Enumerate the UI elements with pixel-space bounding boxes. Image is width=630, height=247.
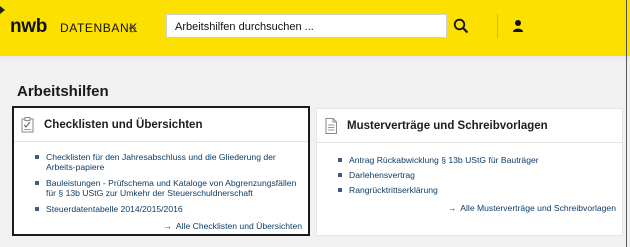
more-label[interactable]: Alle Musterverträge und Schreibvorlagen [460,203,616,213]
link[interactable]: Checklisten für den Jahresabschluss und … [46,152,276,172]
link[interactable]: Steuerdatentabelle 2014/2015/2016 [46,204,183,214]
logo-datenbank[interactable]: DATENBANK [60,21,138,35]
arrow-right-icon: → [447,203,457,213]
template-links: Antrag Rückabwicklung § 13b UStG für Bau… [337,155,614,200]
link[interactable]: Antrag Rückabwicklung § 13b UStG für Bau… [349,155,539,165]
card-cutoff [12,236,310,247]
list-item[interactable]: Rangrücktrittserklärung [337,185,614,195]
link[interactable]: Darlehensvertrag [349,170,415,180]
all-checklists-link[interactable]: → Alle Checklisten und Übersichten [163,221,302,231]
page-title: Arbeitshilfen [17,83,109,100]
top-header: nwb DATENBANK [0,0,630,56]
checklist-icon [21,117,34,133]
search-icon [453,18,469,34]
document-icon [325,118,337,134]
link[interactable]: Bauleistungen - Prüfschema und Kataloge … [46,178,296,198]
checklist-links: Checklisten für den Jahresabschluss und … [34,152,300,220]
card-title: Musterverträge und Schreibvorlagen [347,120,548,132]
list-item[interactable]: Bauleistungen - Prüfschema und Kataloge … [34,178,300,198]
right-edge-line [626,0,627,247]
card-header: Musterverträge und Schreibvorlagen [317,109,622,143]
all-templates-link[interactable]: → Alle Musterverträge und Schreibvorlagen [448,203,616,213]
link[interactable]: Rangrücktrittserklärung [349,185,438,195]
user-icon[interactable] [512,19,524,33]
more-label[interactable]: Alle Checklisten und Übersichten [176,221,302,231]
checklists-card: Checklisten und Übersichten Checklisten … [12,106,310,236]
templates-card: Musterverträge und Schreibvorlagen Antra… [316,108,623,236]
header-shadow [0,56,630,62]
list-item[interactable]: Darlehensvertrag [337,170,614,180]
list-item[interactable]: Antrag Rückabwicklung § 13b UStG für Bau… [337,155,614,165]
search-input[interactable] [175,19,440,35]
list-item[interactable]: Steuerdatentabelle 2014/2015/2016 [34,204,300,214]
card-title: Checklisten und Übersichten [44,119,203,131]
logo-nwb[interactable]: nwb [10,16,47,38]
corner-marker [0,6,5,14]
header-divider [497,14,498,38]
home-icon[interactable] [128,24,137,33]
card-header: Checklisten und Übersichten [14,108,308,142]
search-button[interactable] [449,14,473,38]
search-box[interactable] [166,14,447,38]
arrow-right-icon: → [163,221,172,231]
list-item[interactable]: Checklisten für den Jahresabschluss und … [34,152,300,172]
